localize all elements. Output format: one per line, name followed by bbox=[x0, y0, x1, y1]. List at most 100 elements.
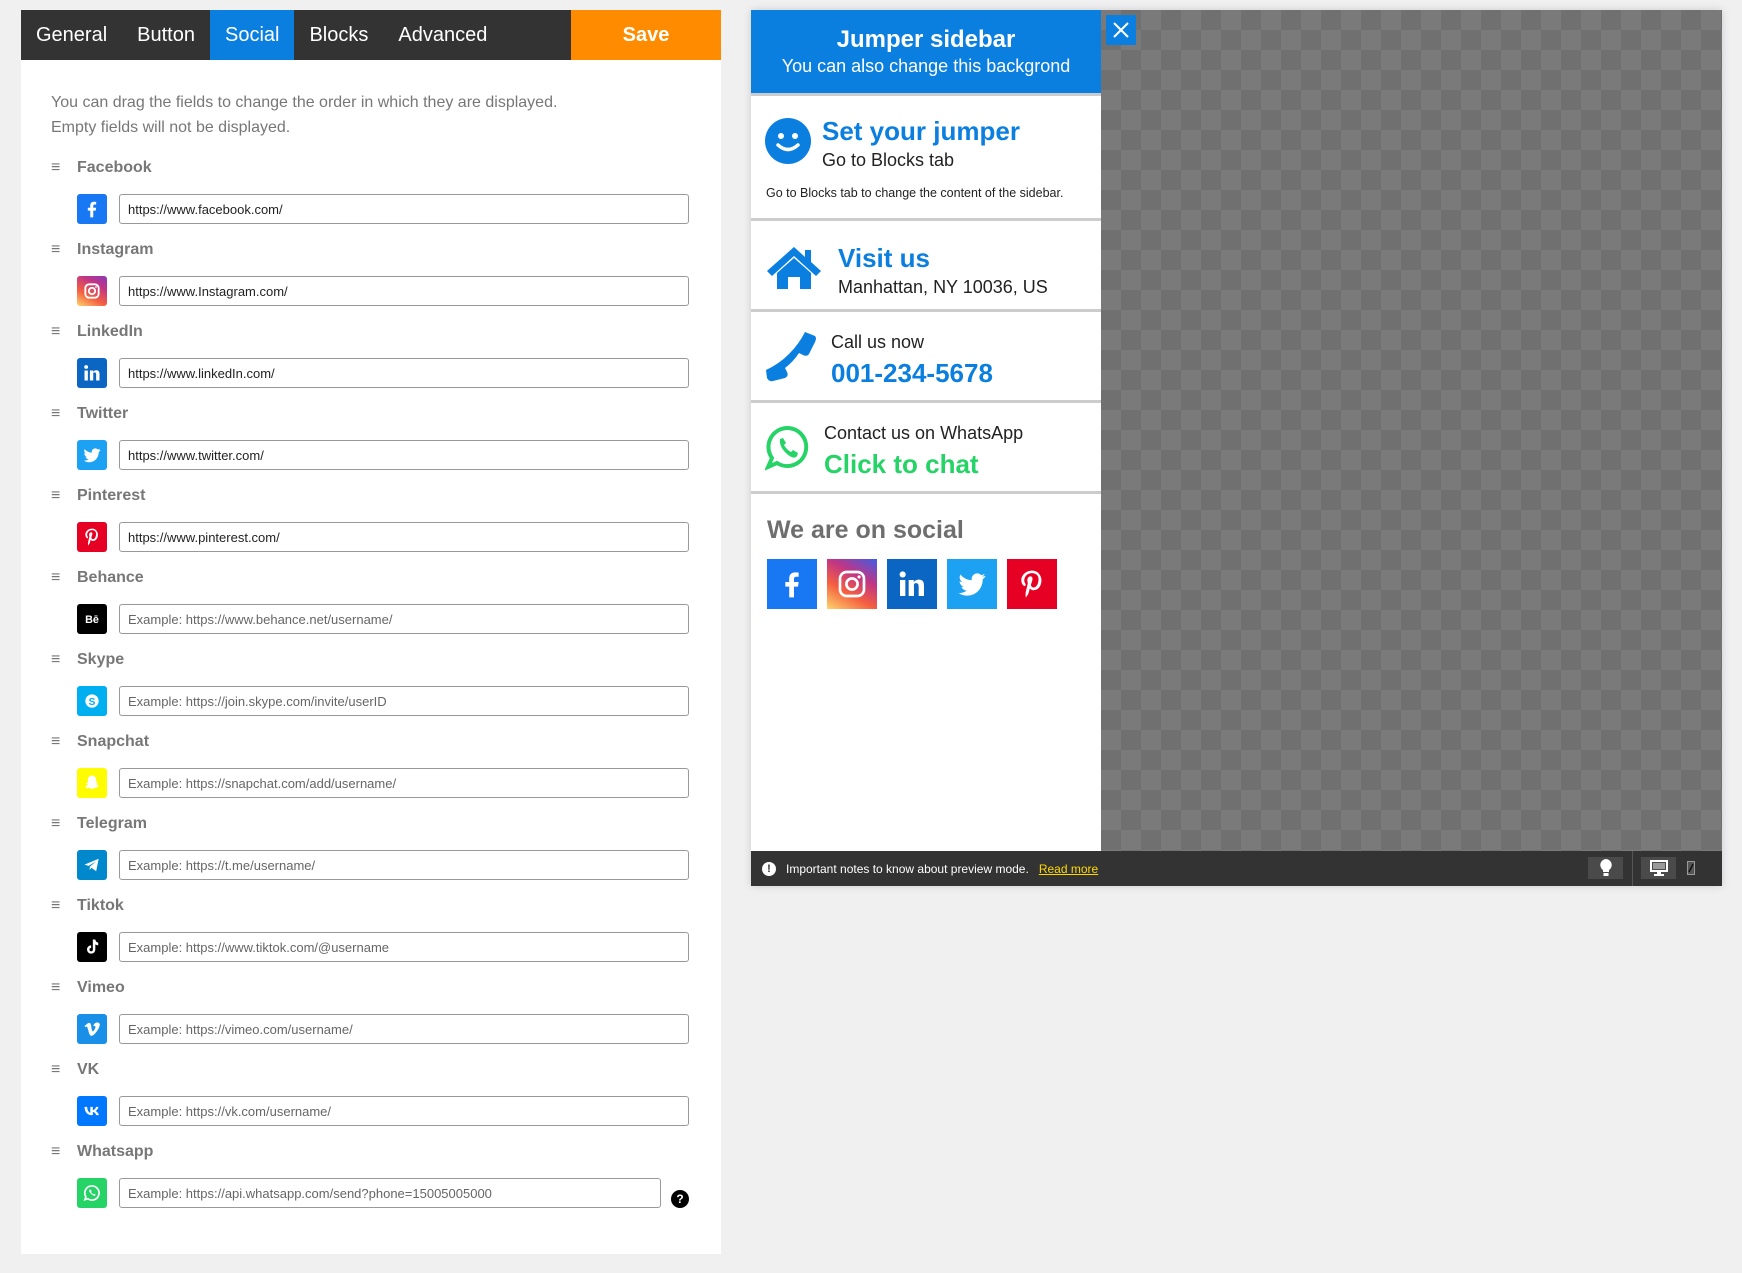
social-title: We are on social bbox=[767, 516, 964, 544]
field-label: Tiktok bbox=[77, 897, 124, 914]
behance-url-input[interactable] bbox=[119, 604, 689, 634]
instagram-url-input[interactable] bbox=[119, 276, 689, 306]
block1-subtitle: Go to Blocks tab bbox=[822, 150, 955, 170]
linkedin-url-input[interactable] bbox=[119, 358, 689, 388]
tab-general[interactable]: General bbox=[21, 10, 122, 60]
drag-handle-icon[interactable]: ≡ bbox=[51, 733, 65, 751]
field-label: VK bbox=[77, 1061, 100, 1078]
instagram-link[interactable] bbox=[827, 559, 877, 609]
pinterest-link[interactable] bbox=[1007, 559, 1057, 609]
drag-handle-icon[interactable]: ≡ bbox=[51, 979, 65, 997]
block3-label: Call us now bbox=[831, 332, 925, 352]
vk-url-input[interactable] bbox=[119, 1096, 689, 1126]
tab-button[interactable]: Button bbox=[122, 10, 210, 60]
instructions-line-1: You can drag the fields to change the or… bbox=[51, 94, 558, 111]
field-row bbox=[51, 838, 721, 892]
field-row bbox=[51, 1084, 721, 1138]
sidebar-title: Jumper sidebar bbox=[836, 26, 1016, 53]
block-set-jumper[interactable]: Set your jumper Go to Blocks tab Go to B… bbox=[751, 96, 1101, 221]
pinterest-icon-badge bbox=[77, 522, 107, 552]
vk-icon bbox=[84, 1106, 99, 1116]
telegram-icon-badge bbox=[77, 850, 107, 880]
skype-icon-badge: S bbox=[77, 686, 107, 716]
field-label: Pinterest bbox=[77, 487, 146, 504]
drag-handle-icon[interactable]: ≡ bbox=[51, 405, 65, 423]
whatsapp-icon bbox=[83, 1185, 100, 1201]
save-button[interactable]: Save bbox=[571, 10, 721, 60]
social-field-twitter: ≡ Twitter bbox=[51, 400, 721, 482]
vimeo-icon bbox=[84, 1022, 100, 1036]
field-label: Vimeo bbox=[77, 979, 125, 996]
whatsapp-url-input[interactable] bbox=[119, 1178, 661, 1208]
skype-url-input[interactable] bbox=[119, 686, 689, 716]
phone-icon bbox=[766, 332, 816, 382]
sidebar-header: Jumper sidebar You can also change this … bbox=[751, 10, 1101, 96]
pinterest-url-input[interactable] bbox=[119, 522, 689, 552]
read-more-link[interactable]: Read more bbox=[1039, 862, 1098, 876]
block4-cta[interactable]: Click to chat bbox=[824, 449, 979, 480]
highlight-toggle-button[interactable] bbox=[1588, 857, 1623, 879]
field-label: Telegram bbox=[77, 815, 147, 832]
block1-title: Set your jumper bbox=[822, 116, 1020, 146]
twitter-url-input[interactable] bbox=[119, 440, 689, 470]
field-row bbox=[51, 510, 721, 564]
pinterest-icon bbox=[85, 528, 98, 546]
social-field-snapchat: ≡ Snapchat bbox=[51, 728, 721, 810]
preview-notice-bar: ! Important notes to know about preview … bbox=[751, 851, 1722, 886]
field-header: ≡ Vimeo bbox=[51, 974, 721, 1002]
field-header: ≡ Facebook bbox=[51, 154, 721, 182]
social-field-vimeo: ≡ Vimeo bbox=[51, 974, 721, 1056]
preview-area: Jumper sidebar You can also change this … bbox=[751, 10, 1722, 886]
desktop-view-button[interactable] bbox=[1641, 857, 1676, 879]
block3-phone[interactable]: 001-234-5678 bbox=[831, 358, 993, 389]
social-field-facebook: ≡ Facebook bbox=[51, 154, 721, 236]
social-field-linkedin: ≡ LinkedIn bbox=[51, 318, 721, 400]
mobile-view-button[interactable] bbox=[1683, 857, 1699, 879]
linkedin-link[interactable] bbox=[887, 559, 937, 609]
drag-handle-icon[interactable]: ≡ bbox=[51, 569, 65, 587]
svg-text:S: S bbox=[89, 697, 96, 708]
twitter-link[interactable] bbox=[947, 559, 997, 609]
drag-handle-icon[interactable]: ≡ bbox=[51, 897, 65, 915]
tab-advanced[interactable]: Advanced bbox=[383, 10, 502, 60]
field-row bbox=[51, 264, 721, 318]
field-row bbox=[51, 428, 721, 482]
field-header: ≡ Tiktok bbox=[51, 892, 721, 920]
drag-handle-icon[interactable]: ≡ bbox=[51, 241, 65, 259]
drag-handle-icon[interactable]: ≡ bbox=[51, 815, 65, 833]
tab-blocks[interactable]: Blocks bbox=[294, 10, 383, 60]
drag-handle-icon[interactable]: ≡ bbox=[51, 487, 65, 505]
social-field-pinterest: ≡ Pinterest bbox=[51, 482, 721, 564]
facebook-icon bbox=[87, 201, 97, 218]
drag-handle-icon[interactable]: ≡ bbox=[51, 323, 65, 341]
drag-handle-icon[interactable]: ≡ bbox=[51, 651, 65, 669]
vimeo-icon-badge bbox=[77, 1014, 107, 1044]
field-header: ≡ Behance bbox=[51, 564, 721, 592]
help-icon[interactable]: ? bbox=[671, 1190, 689, 1208]
telegram-url-input[interactable] bbox=[119, 850, 689, 880]
block-whatsapp[interactable]: Contact us on WhatsApp Click to chat bbox=[751, 403, 1101, 494]
telegram-icon bbox=[84, 858, 99, 872]
vimeo-url-input[interactable] bbox=[119, 1014, 689, 1044]
tab-social[interactable]: Social bbox=[209, 10, 295, 60]
drag-handle-icon[interactable]: ≡ bbox=[51, 159, 65, 177]
block-call-us[interactable]: Call us now 001-234-5678 bbox=[751, 312, 1101, 403]
field-label: Snapchat bbox=[77, 733, 150, 750]
field-header: ≡ Snapchat bbox=[51, 728, 721, 756]
field-row: S bbox=[51, 674, 721, 728]
facebook-icon-badge bbox=[77, 194, 107, 224]
tiktok-url-input[interactable] bbox=[119, 932, 689, 962]
field-row bbox=[51, 346, 721, 400]
settings-panel: General Button Social Blocks Advanced Sa… bbox=[21, 10, 721, 1254]
snapchat-url-input[interactable] bbox=[119, 768, 689, 798]
field-label: Instagram bbox=[77, 241, 154, 258]
block2-address: Manhattan, NY 10036, US bbox=[838, 277, 1048, 297]
close-preview-button[interactable] bbox=[1106, 15, 1136, 45]
block1-text: Go to Blocks tab to change the content o… bbox=[766, 186, 1064, 200]
social-field-vk: ≡ VK bbox=[51, 1056, 721, 1138]
facebook-link[interactable] bbox=[767, 559, 817, 609]
facebook-url-input[interactable] bbox=[119, 194, 689, 224]
drag-handle-icon[interactable]: ≡ bbox=[51, 1061, 65, 1079]
drag-handle-icon[interactable]: ≡ bbox=[51, 1143, 65, 1161]
block-visit-us[interactable]: Visit us Manhattan, NY 10036, US bbox=[751, 221, 1101, 312]
